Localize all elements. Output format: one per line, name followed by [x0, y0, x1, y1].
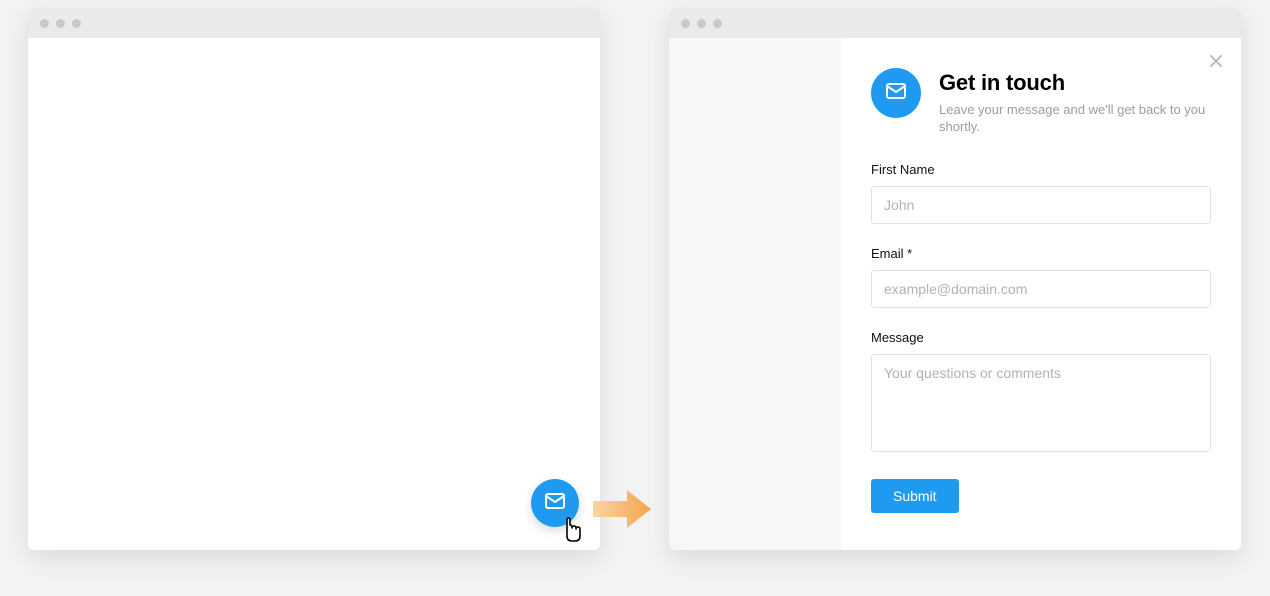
- first-name-label: First Name: [871, 162, 1211, 177]
- browser-body: [28, 38, 600, 550]
- first-name-input[interactable]: [871, 186, 1211, 224]
- panel-title: Get in touch: [939, 70, 1211, 96]
- panel-subtitle: Leave your message and we'll get back to…: [939, 102, 1211, 136]
- field-email: Email *: [871, 246, 1211, 308]
- mail-icon: [884, 79, 908, 108]
- window-dot: [40, 19, 49, 28]
- window-titlebar: [28, 8, 600, 38]
- browser-expanded: Get in touch Leave your message and we'l…: [669, 8, 1241, 550]
- email-label: Email *: [871, 246, 1211, 261]
- transition-arrow-icon: [591, 488, 653, 530]
- window-dot: [56, 19, 65, 28]
- window-dot: [72, 19, 81, 28]
- window-dot: [713, 19, 722, 28]
- close-icon: [1209, 54, 1223, 73]
- message-input[interactable]: [871, 354, 1211, 452]
- field-first-name: First Name: [871, 162, 1211, 224]
- close-button[interactable]: [1207, 54, 1225, 72]
- email-input[interactable]: [871, 270, 1211, 308]
- window-titlebar: [669, 8, 1241, 38]
- field-message: Message: [871, 330, 1211, 457]
- browser-body: Get in touch Leave your message and we'l…: [669, 38, 1241, 550]
- submit-button[interactable]: Submit: [871, 479, 959, 513]
- browser-collapsed: [28, 8, 600, 550]
- window-dot: [697, 19, 706, 28]
- window-dot: [681, 19, 690, 28]
- message-label: Message: [871, 330, 1211, 345]
- panel-icon-badge: [871, 68, 921, 118]
- panel-header: Get in touch Leave your message and we'l…: [871, 68, 1211, 136]
- pointer-cursor-icon: [558, 514, 586, 542]
- contact-panel: Get in touch Leave your message and we'l…: [841, 38, 1241, 550]
